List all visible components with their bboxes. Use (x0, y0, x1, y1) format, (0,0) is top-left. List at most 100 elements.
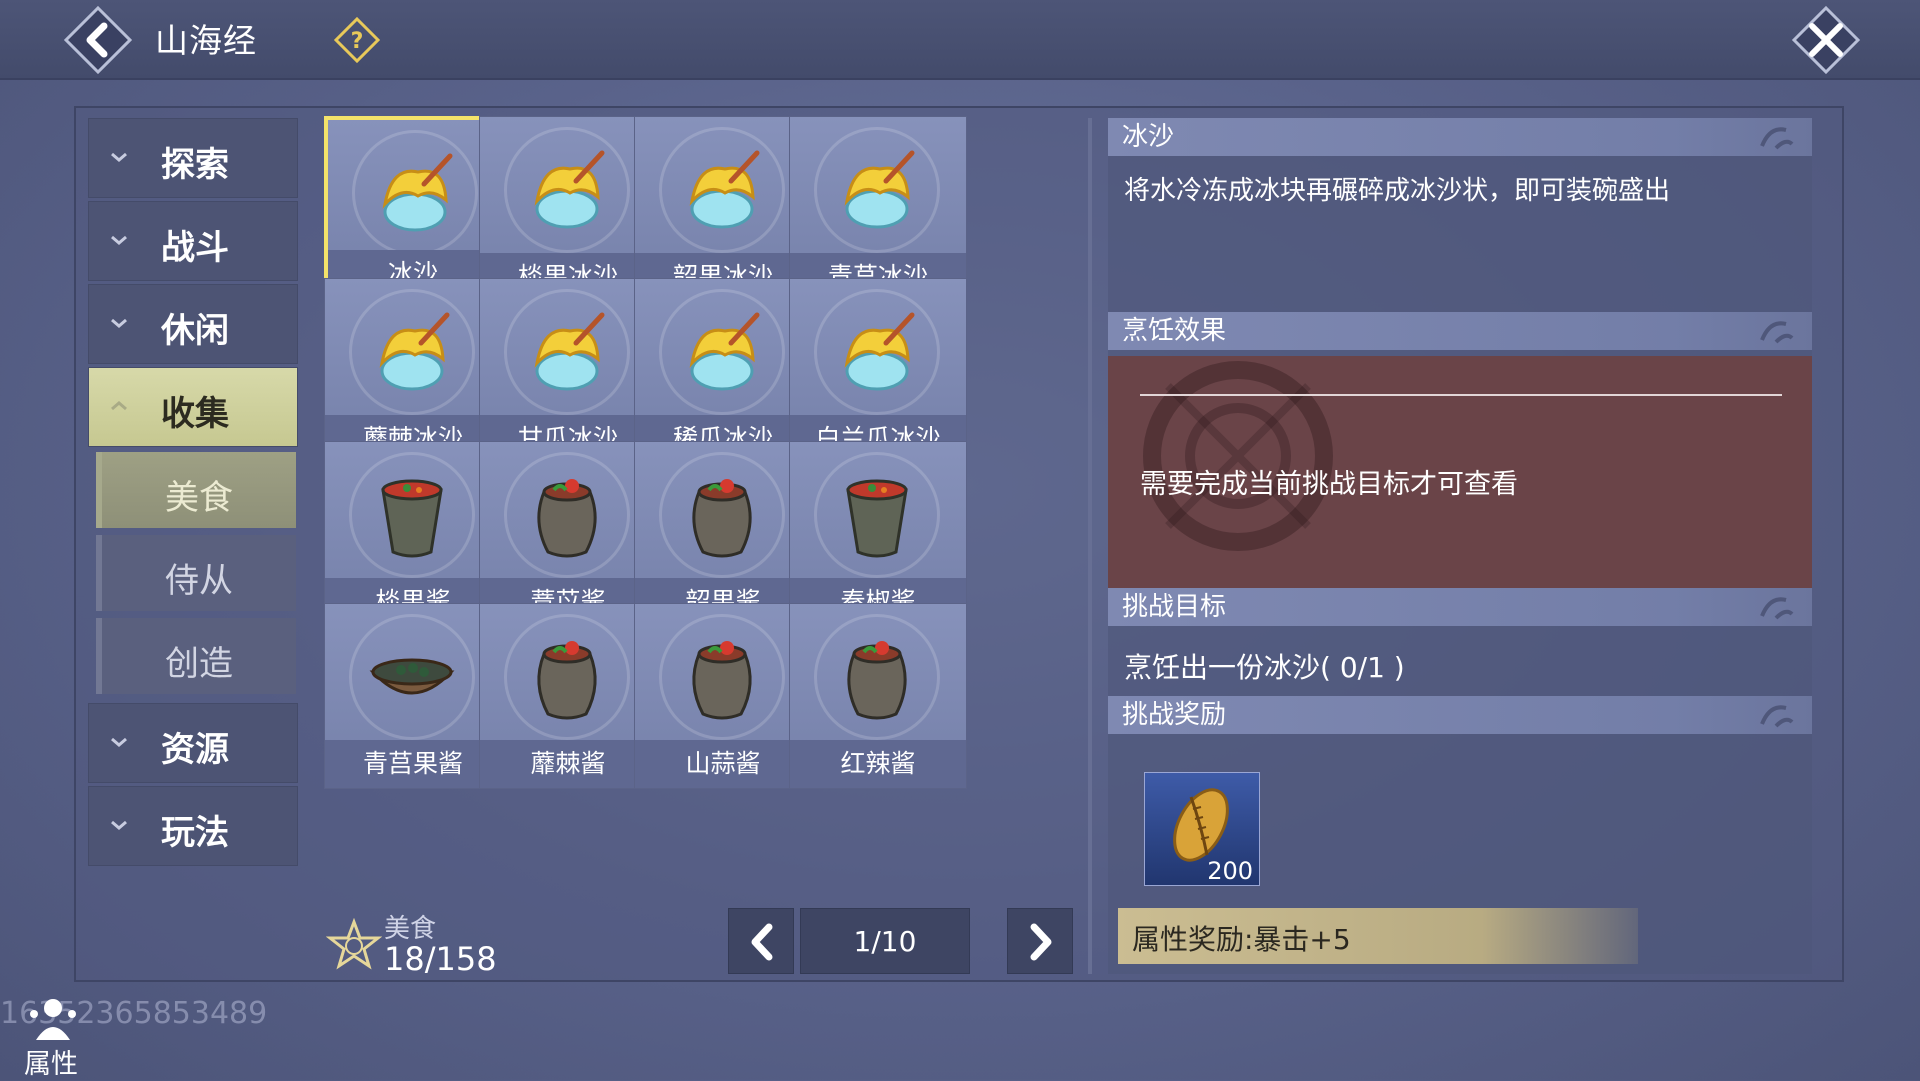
shaved-ice-icon (534, 312, 605, 391)
recipe-tile[interactable]: 红辣酱 (789, 603, 967, 789)
help-icon[interactable]: ? (333, 16, 381, 64)
category-leisure[interactable]: 休闲 (88, 284, 298, 364)
attribute-reward-text: 属性奖励:暴击+5 (1132, 923, 1351, 956)
recipe-tile[interactable]: 薏苡酱 (479, 441, 657, 627)
recipe-name: 红辣酱 (790, 740, 966, 788)
recipe-tile[interactable]: 韶果冰沙 (634, 116, 812, 302)
shaved-ice-icon (382, 153, 453, 232)
close-button[interactable] (1790, 4, 1862, 76)
sauce-bowl-icon (369, 658, 455, 695)
locked-effect-panel: 需要完成当前挑战目标才可查看 (1108, 356, 1812, 588)
recipe-tile[interactable]: 蘼棘冰沙 (324, 278, 502, 464)
chevron-down-icon (111, 235, 127, 245)
next-page-button[interactable] (1007, 908, 1073, 974)
category-label: 休闲 (161, 311, 229, 351)
top-bar: 山海经 ? (0, 0, 1920, 80)
shaved-ice-icon (379, 312, 450, 391)
sauce-jar-icon (537, 641, 597, 720)
chevron-down-icon (111, 820, 127, 830)
sauce-jar-icon (692, 641, 752, 720)
collection-star-icon (326, 918, 382, 970)
collection-count: 18/158 (384, 940, 497, 978)
subitem-label: 创造 (165, 644, 233, 684)
divider-line (1140, 394, 1782, 396)
category-battle[interactable]: 战斗 (88, 201, 298, 281)
subitem-label: 侍从 (165, 561, 233, 601)
chevron-down-icon (111, 152, 127, 162)
reward-quantity: 200 (1207, 857, 1253, 885)
recipe-name: 山蒜酱 (635, 740, 811, 788)
prev-page-button[interactable] (728, 908, 794, 974)
recipe-tile[interactable]: 白兰瓜冰沙 (789, 278, 967, 464)
recipe-tile[interactable]: 棪果冰沙 (479, 116, 657, 302)
recipe-tile[interactable]: 冰沙 (324, 116, 502, 302)
reward-header: 挑战奖励 (1108, 696, 1812, 734)
attribute-reward-bar: 属性奖励:暴击+5 (1118, 908, 1638, 964)
category-label: 战斗 (161, 228, 229, 268)
recipe-tile[interactable]: 稀瓜冰沙 (634, 278, 812, 464)
item-name-header: 冰沙 (1108, 118, 1812, 156)
item-name: 冰沙 (1122, 122, 1175, 152)
ornament-icon (1760, 597, 1794, 620)
recipe-name: 蘼棘酱 (480, 740, 656, 788)
subitem-creation[interactable]: 创造 (96, 618, 296, 694)
sauce-jar-icon (692, 479, 752, 558)
effect-header-label: 烹饪效果 (1122, 316, 1227, 346)
reward-header-label: 挑战奖励 (1122, 700, 1227, 730)
reward-item-slot[interactable]: 200 (1144, 772, 1260, 886)
page-title: 山海经 (155, 21, 257, 60)
ornament-icon (1760, 127, 1794, 150)
effect-header: 烹饪效果 (1108, 312, 1812, 350)
ornament-icon (1760, 705, 1794, 728)
category-label: 玩法 (161, 813, 229, 853)
shaved-ice-icon (534, 150, 605, 229)
chevron-up-icon (111, 401, 127, 411)
arrow-right-icon (1030, 923, 1052, 961)
back-arrow-icon (63, 5, 133, 75)
detail-panel: 冰沙 将水冷冻成冰块再碾碎成冰沙状，即可装碗盛出 烹饪效果 需要完成当前挑战目标… (1108, 118, 1812, 974)
target-header-label: 挑战目标 (1122, 592, 1227, 622)
recipe-tile[interactable]: 秦椒酱 (789, 441, 967, 627)
recipe-tile[interactable]: 韶果酱 (634, 441, 812, 627)
sauce-cup-icon (846, 479, 908, 558)
close-icon (1791, 5, 1861, 75)
recipe-grid: 冰沙 棪果冰沙 韶果冰沙 青莒冰沙蘼棘冰沙 甘瓜冰沙 稀瓜冰沙 白兰瓜冰沙棪果酱 薏苡酱 韶果酱… (324, 116, 1074, 906)
recipe-tile[interactable]: 棪果酱 (324, 441, 502, 627)
recipe-tile[interactable]: 蘼棘酱 (479, 603, 657, 789)
category-gameplay[interactable]: 玩法 (88, 786, 298, 866)
subitem-attendant[interactable]: 侍从 (96, 535, 296, 611)
sauce-jar-icon (537, 479, 597, 558)
shaved-ice-icon (844, 150, 915, 229)
attribute-icon (30, 999, 76, 1040)
shaved-ice-icon (844, 312, 915, 391)
target-text: 烹饪出一份冰沙( 0/1 ) (1124, 651, 1405, 684)
category-collect[interactable]: 收集 (88, 367, 298, 447)
category-label: 资源 (161, 730, 229, 770)
recipe-tile[interactable]: 山蒜酱 (634, 603, 812, 789)
ornament-icon (1760, 321, 1794, 344)
back-button[interactable] (63, 5, 133, 75)
attribute-button[interactable]: 属性 (18, 992, 88, 1080)
chevron-down-icon (111, 737, 127, 747)
category-label: 收集 (161, 394, 229, 434)
shaved-ice-icon (689, 312, 760, 391)
page-indicator: 1/10 (800, 908, 970, 974)
category-resources[interactable]: 资源 (88, 703, 298, 783)
item-description: 将水冷冻成冰块再碾碎成冰沙状，即可装碗盛出 (1124, 176, 1671, 206)
category-explore[interactable]: 探索 (88, 118, 298, 198)
panel-divider (1088, 118, 1092, 974)
category-label: 探索 (161, 145, 229, 185)
recipe-name: 青莒果酱 (325, 740, 501, 788)
sauce-jar-icon (847, 641, 907, 720)
subitem-label: 美食 (165, 478, 233, 518)
chevron-down-icon (111, 318, 127, 328)
recipe-tile[interactable]: 青莒冰沙 (789, 116, 967, 302)
shaved-ice-icon (689, 150, 760, 229)
attribute-label: 属性 (24, 1049, 78, 1080)
target-header: 挑战目标 (1108, 588, 1812, 626)
sauce-cup-icon (381, 479, 443, 558)
subitem-food[interactable]: 美食 (96, 452, 296, 528)
recipe-tile[interactable]: 青莒果酱 (324, 603, 502, 789)
recipe-tile[interactable]: 甘瓜冰沙 (479, 278, 657, 464)
arrow-left-icon (751, 923, 773, 961)
